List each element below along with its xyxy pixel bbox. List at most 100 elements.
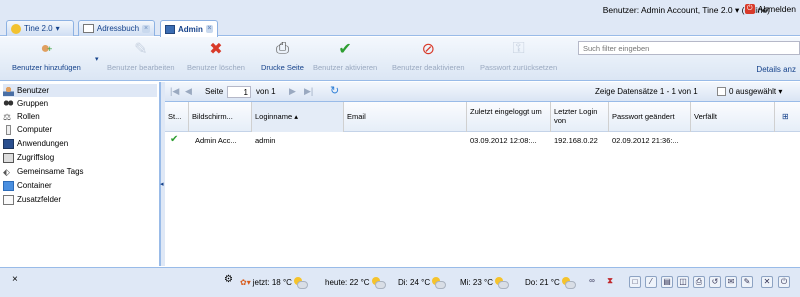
reset-password-label: Passwort zurücksetzen xyxy=(480,63,558,72)
hourglass-icon[interactable]: ⧗ xyxy=(604,276,616,288)
chevron-down-icon[interactable]: ▾ xyxy=(56,24,60,33)
close-icon[interactable]: × xyxy=(205,25,213,33)
grid-header: St... Bildschirm... Loginname ▴ Email Zu… xyxy=(165,102,800,132)
column-header-password-changed[interactable]: Passwort geändert xyxy=(609,102,691,132)
add-user-button[interactable]: ● + Benutzer hinzufügen xyxy=(12,40,81,72)
print-page-label: Drucke Seite xyxy=(261,63,304,72)
tab-admin[interactable]: Admin × xyxy=(160,20,218,37)
column-header-email[interactable]: Email xyxy=(344,102,467,132)
mail-icon[interactable]: ✉ xyxy=(725,276,737,288)
sidebar-item-label: Anwendungen xyxy=(17,139,69,148)
sidebar-item-zusatzfelder[interactable]: Zusatzfelder xyxy=(3,193,101,206)
weather-do: Do: 21 °C xyxy=(525,277,576,289)
column-header-last-login[interactable]: Zuletzt eingeloggt um xyxy=(467,102,551,132)
details-toggle[interactable]: Details anz xyxy=(756,65,796,74)
paging-toolbar: |◀ ◀ Seite von 1 ▶ ▶| ↻ Zeige Datensätze… xyxy=(165,82,800,102)
sidebar-item-gruppen[interactable]: Gruppen xyxy=(3,97,88,110)
partly-cloudy-icon xyxy=(293,277,308,289)
cell-display-name: Admin Acc... xyxy=(195,136,237,145)
cell-loginname: admin xyxy=(255,136,276,145)
edit-user-label: Benutzer bearbeiten xyxy=(107,63,175,72)
custom-fields-icon xyxy=(3,194,14,205)
search-filter-input[interactable] xyxy=(578,41,800,55)
add-user-dropdown-icon[interactable]: ▾ xyxy=(95,55,99,63)
sidebar-item-computer[interactable]: Computer xyxy=(3,123,92,136)
sidebar-item-zugriffslog[interactable]: Zugriffslog xyxy=(3,151,94,164)
delete-icon: ✖ xyxy=(209,41,223,58)
column-header-status[interactable]: St... xyxy=(165,102,189,132)
disable-user-button[interactable]: ⊘ Benutzer deaktivieren xyxy=(392,40,465,72)
sidebar-item-anwendungen[interactable]: Anwendungen xyxy=(3,137,108,150)
pen-icon[interactable]: ✎ xyxy=(741,276,753,288)
sidebar-item-label: Gemeinsame Tags xyxy=(17,167,84,176)
sidebar-item-rollen[interactable]: ⚖ Rollen xyxy=(3,110,80,123)
tine-logo-icon xyxy=(11,23,21,34)
enable-user-label: Benutzer aktivieren xyxy=(313,63,378,72)
enable-user-button[interactable]: ✔ Benutzer aktivieren xyxy=(313,40,377,72)
column-header-display-name[interactable]: Bildschirm... xyxy=(189,102,252,132)
sidebar: Benutzer Gruppen ⚖ Rollen Computer Anwen… xyxy=(0,82,160,266)
sidebar-item-label: Benutzer xyxy=(17,86,50,95)
sidebar-item-label: Container xyxy=(17,181,52,190)
tab-tine[interactable]: Tine 2.0 ▾ xyxy=(6,20,74,36)
cell-last-login-from: 192.168.0.22 xyxy=(554,136,598,145)
tray-icon-1[interactable]: □ xyxy=(629,276,641,288)
record-summary: Zeige Datensätze 1 - 1 von 1 xyxy=(595,87,698,96)
column-header-loginname[interactable]: Loginname ▴ xyxy=(252,102,344,132)
edit-icon: ✎ xyxy=(134,41,148,58)
tray-icon-6[interactable]: ↺ xyxy=(709,276,721,288)
key-icon: ⚿ xyxy=(512,40,525,57)
glasses-icon[interactable]: ∞ xyxy=(586,276,598,288)
column-header-expires[interactable]: Verfällt xyxy=(691,102,775,132)
group-icon xyxy=(3,98,14,109)
tray-icon-2[interactable]: ⁄ xyxy=(645,276,657,288)
roles-icon: ⚖ xyxy=(3,111,12,122)
applications-icon xyxy=(3,138,14,149)
selection-menu[interactable]: 0 ausgewählt ▾ xyxy=(717,87,782,96)
next-page-icon[interactable]: ▶ xyxy=(289,86,296,97)
refresh-icon[interactable]: ↻ xyxy=(330,84,339,97)
edit-user-button[interactable]: ✎ Benutzer bearbeiten xyxy=(107,40,175,72)
table-row[interactable]: ✔ Admin Acc... admin 03.09.2012 12:08:..… xyxy=(165,133,800,149)
sidebar-item-label: Rollen xyxy=(17,112,40,121)
tab-adressbuch-label: Adressbuch xyxy=(96,24,140,33)
sidebar-item-benutzer[interactable]: Benutzer xyxy=(3,84,157,97)
close-icon[interactable]: × xyxy=(12,274,18,285)
collapse-arrow-icon[interactable]: ◂ xyxy=(160,180,165,188)
weather-di: Di: 24 °C xyxy=(398,277,447,289)
tray-icon-3[interactable]: ▤ xyxy=(661,276,673,288)
sidebar-item-tags[interactable]: ⬖ Gemeinsame Tags xyxy=(3,165,124,178)
print-page-button[interactable]: ⎙ Drucke Seite xyxy=(261,40,304,72)
tab-admin-label: Admin xyxy=(178,24,203,34)
tab-adressbuch[interactable]: Adressbuch × xyxy=(78,20,155,36)
page-number-input[interactable] xyxy=(227,86,251,98)
sidebar-item-container[interactable]: Container xyxy=(3,179,92,192)
close-icon[interactable]: × xyxy=(142,24,150,33)
cell-last-login: 03.09.2012 12:08:... xyxy=(470,136,537,145)
weather-today: heute: 22 °C xyxy=(325,277,386,289)
tools-icon[interactable]: ✕ xyxy=(761,276,773,288)
logout-button[interactable]: ⏻ Abmelden xyxy=(744,4,796,14)
weather-today-label: heute: 22 °C xyxy=(325,277,370,287)
last-page-icon[interactable]: ▶| xyxy=(304,86,313,97)
weather-do-label: Do: 21 °C xyxy=(525,277,560,287)
power-icon[interactable]: ⏻ xyxy=(778,276,790,288)
partly-cloudy-icon xyxy=(371,277,386,289)
disable-user-label: Benutzer deaktivieren xyxy=(392,63,465,72)
add-user-icon: ● + xyxy=(40,40,53,57)
prev-page-icon[interactable]: ◀ xyxy=(185,86,192,97)
weather-mi-label: Mi: 23 °C xyxy=(460,277,493,287)
status-enabled-icon: ✔ xyxy=(170,134,179,145)
column-chooser-icon[interactable]: ⊞ xyxy=(782,112,789,121)
sort-ascending-icon: ▴ xyxy=(294,112,298,121)
column-header-last-login-from[interactable]: Letzter Login von xyxy=(551,102,609,132)
container-icon xyxy=(3,180,14,191)
reset-password-button[interactable]: ⚿ Passwort zurücksetzen xyxy=(480,40,557,72)
tray-icon-5[interactable]: ⎙ xyxy=(693,276,705,288)
first-page-icon[interactable]: |◀ xyxy=(170,86,179,97)
delete-user-button[interactable]: ✖ Benutzer löschen xyxy=(187,40,245,72)
checkmark-icon: ✔ xyxy=(338,41,352,58)
tray-icon-4[interactable]: ◫ xyxy=(677,276,689,288)
settings-icon[interactable]: ⚙ xyxy=(224,274,233,285)
page-count: von 1 xyxy=(256,87,276,96)
